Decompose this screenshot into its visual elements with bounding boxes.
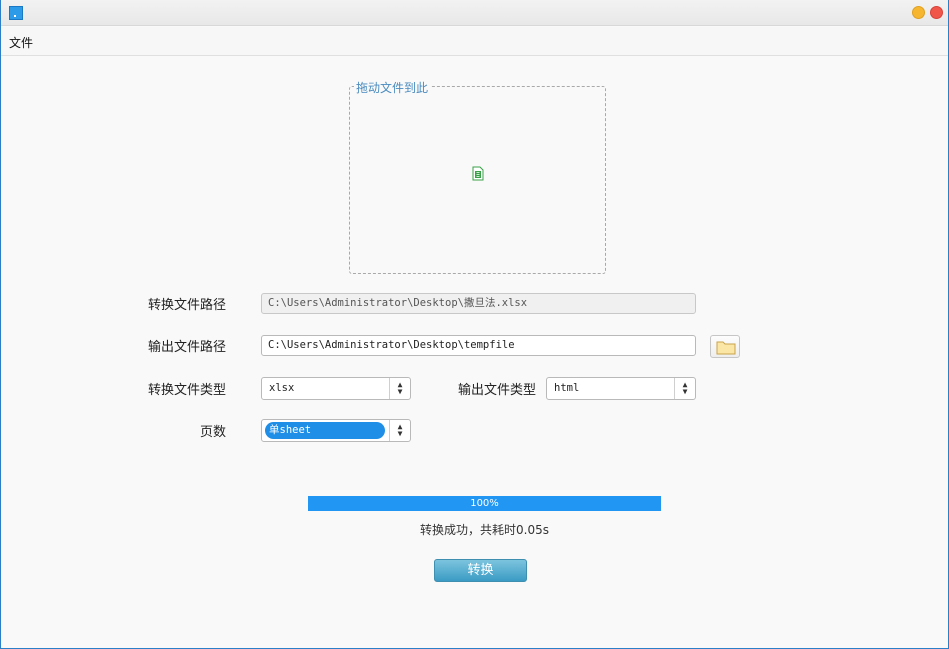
app-icon — [9, 6, 23, 20]
output-type-label: 输出文件类型 — [457, 383, 536, 398]
convert-path-label: 转换文件路径 — [147, 298, 226, 313]
status-text: 转换成功，共耗时0.05s — [420, 523, 549, 537]
drop-zone-legend: 拖动文件到此 — [354, 79, 431, 96]
browse-folder-button[interactable] — [710, 335, 740, 358]
pages-value: 单sheet — [265, 422, 385, 439]
convert-type-select[interactable]: xlsx ▲ ▼ — [261, 377, 411, 400]
spreadsheet-file-icon — [472, 166, 484, 181]
pages-select[interactable]: 单sheet ▲ ▼ — [261, 419, 411, 442]
convert-path-field: C:\Users\Administrator\Desktop\撒旦法.xlsx — [261, 293, 696, 314]
folder-icon — [716, 341, 736, 355]
output-path-label: 输出文件路径 — [147, 340, 226, 355]
spinner-arrows-icon[interactable]: ▲ ▼ — [389, 378, 410, 399]
spinner-arrows-icon[interactable]: ▲ ▼ — [389, 420, 410, 441]
minimize-button[interactable] — [912, 6, 925, 19]
output-type-value: html — [554, 382, 580, 394]
menu-bar: 文件 — [1, 27, 948, 56]
convert-type-label: 转换文件类型 — [147, 383, 226, 398]
progress-text: 100% — [470, 498, 499, 509]
convert-type-value: xlsx — [269, 382, 295, 394]
pages-label: 页数 — [199, 425, 226, 440]
app-window: 文件 拖动文件到此 转换文件路径 C:\Users\Administrator\… — [0, 0, 949, 649]
menu-file[interactable]: 文件 — [9, 34, 33, 51]
spinner-arrows-icon[interactable]: ▲ ▼ — [674, 378, 695, 399]
output-path-field[interactable]: C:\Users\Administrator\Desktop\tempfile — [261, 335, 696, 356]
progress-bar: 100% — [308, 496, 661, 511]
title-bar — [1, 0, 948, 26]
convert-button[interactable]: 转换 — [434, 559, 527, 582]
close-button[interactable] — [930, 6, 943, 19]
output-type-select[interactable]: html ▲ ▼ — [546, 377, 696, 400]
drop-zone[interactable]: 拖动文件到此 — [349, 79, 606, 274]
